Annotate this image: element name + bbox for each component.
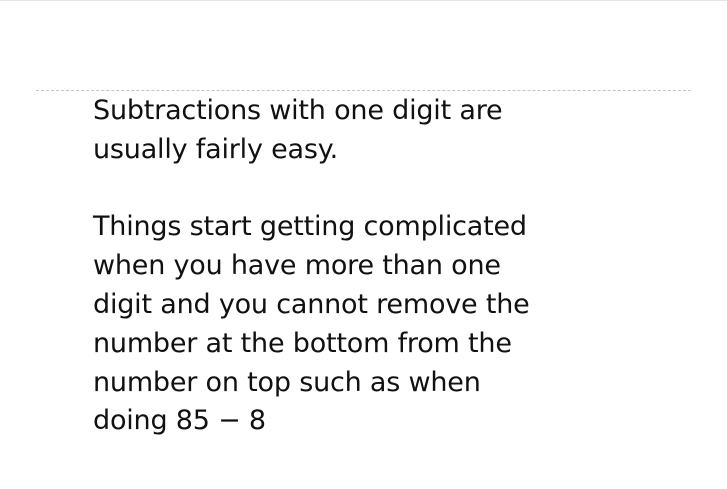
text-line: digit and you cannot remove the xyxy=(93,288,530,320)
text-line: Things start getting complicated xyxy=(93,211,527,243)
paragraph-detail: Things start getting complicated when yo… xyxy=(93,208,693,441)
paragraph-intro: Subtractions with one digit are usually … xyxy=(93,92,693,170)
text-line: doing 85 − 8 xyxy=(93,405,266,437)
text-line: number on top such as when xyxy=(93,366,481,398)
placeholder-border xyxy=(36,90,691,91)
text-line: usually fairly easy. xyxy=(93,133,339,165)
text-line: number at the bottom from the xyxy=(93,327,512,359)
text-body[interactable]: Subtractions with one digit are usually … xyxy=(93,92,693,441)
slide-canvas: Subtractions with one digit are usually … xyxy=(0,0,727,489)
text-line: Subtractions with one digit are xyxy=(93,95,503,126)
text-line: when you have more than one xyxy=(93,250,501,282)
